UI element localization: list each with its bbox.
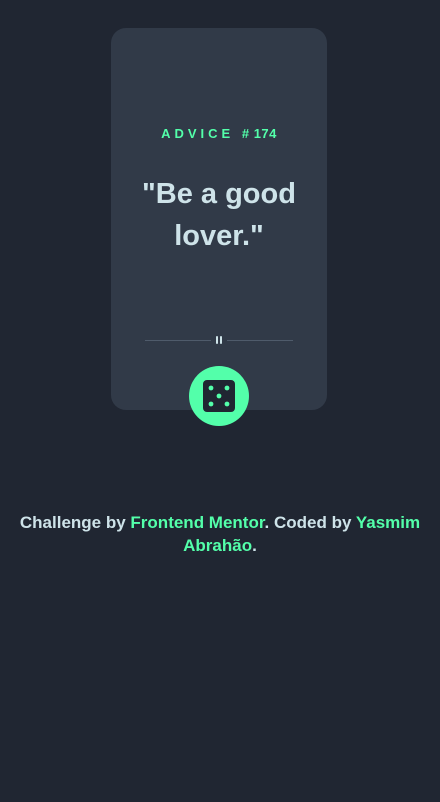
divider-line-right bbox=[227, 340, 293, 341]
divider-line-left bbox=[145, 340, 211, 341]
pattern-divider bbox=[145, 333, 293, 349]
advice-id-heading: ADVICE # 174 bbox=[111, 126, 327, 141]
dice-icon bbox=[203, 380, 235, 412]
advice-hash: # bbox=[241, 126, 250, 141]
frontend-mentor-link[interactable]: Frontend Mentor bbox=[130, 513, 264, 532]
advice-label: ADVICE bbox=[161, 126, 235, 141]
attribution-prefix: Challenge by bbox=[19, 513, 131, 532]
advice-quote: "Be a good lover." bbox=[142, 178, 296, 252]
advice-card: ADVICE # 174 "Be a good lover." bbox=[111, 28, 327, 410]
new-advice-button[interactable] bbox=[189, 366, 249, 426]
pause-icon bbox=[216, 336, 222, 344]
attribution-middle: . Coded by bbox=[264, 513, 356, 532]
attribution-suffix: . bbox=[252, 536, 257, 555]
advice-number: 174 bbox=[253, 126, 277, 141]
advice-number-group: # 174 bbox=[242, 126, 277, 141]
attribution: Challenge by Frontend Mentor. Coded by Y… bbox=[0, 511, 440, 557]
